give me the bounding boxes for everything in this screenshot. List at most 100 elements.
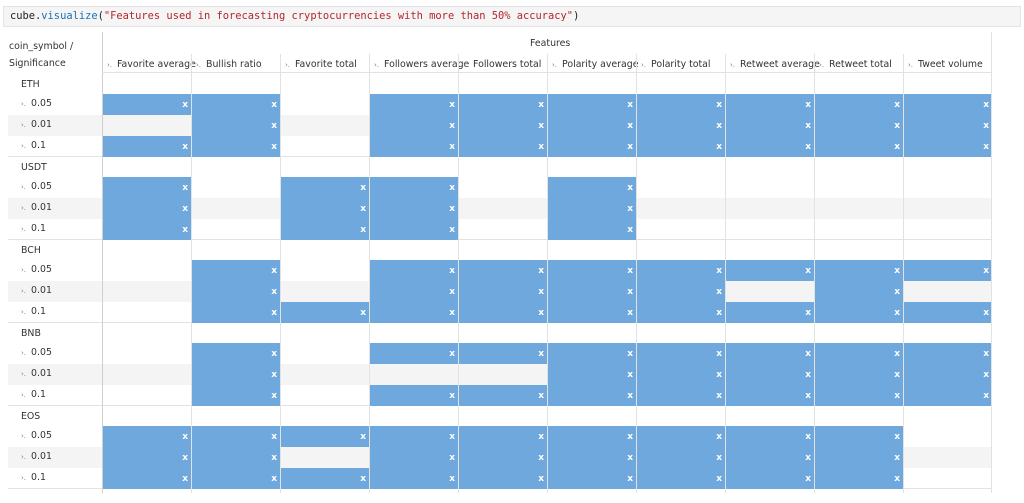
column-header-retweet-total[interactable]: ›. Retweet total [819,59,892,70]
feature-cell[interactable]: x [726,94,814,115]
feature-cell[interactable]: x [904,136,992,157]
expand-chevron-icon[interactable]: ›. [21,121,26,129]
feature-cell[interactable]: x [192,260,280,281]
feature-cell[interactable]: x [815,260,903,281]
feature-cell[interactable]: x [459,468,547,489]
feature-cell[interactable]: x [192,343,280,364]
feature-cell[interactable]: x [815,468,903,489]
feature-cell[interactable]: x [281,198,369,219]
expand-chevron-icon[interactable]: ›. [196,61,201,69]
feature-cell[interactable]: x [726,302,814,323]
feature-cell[interactable]: x [459,115,547,136]
feature-cell[interactable]: x [548,447,636,468]
feature-cell[interactable]: x [726,447,814,468]
feature-cell[interactable]: x [103,136,191,157]
feature-cell[interactable]: x [637,94,725,115]
feature-cell[interactable]: x [103,94,191,115]
feature-cell[interactable]: x [904,364,992,385]
feature-cell[interactable]: x [370,343,458,364]
feature-cell[interactable]: x [637,364,725,385]
feature-cell[interactable]: x [548,468,636,489]
feature-cell[interactable]: x [637,260,725,281]
feature-cell[interactable]: x [815,385,903,406]
feature-cell[interactable]: x [726,136,814,157]
feature-cell[interactable]: x [815,343,903,364]
feature-cell[interactable]: x [281,219,369,240]
expand-chevron-icon[interactable]: ›. [21,266,26,274]
feature-cell[interactable]: x [548,115,636,136]
feature-cell[interactable]: x [103,219,191,240]
expand-chevron-icon[interactable]: ›. [463,61,468,69]
feature-cell[interactable]: x [459,343,547,364]
feature-cell[interactable]: x [726,115,814,136]
feature-cell[interactable]: x [281,302,369,323]
feature-cell[interactable]: x [281,426,369,447]
feature-cell[interactable]: x [548,260,636,281]
feature-cell[interactable]: x [815,302,903,323]
expand-chevron-icon[interactable]: ›. [21,100,26,108]
feature-cell[interactable]: x [904,260,992,281]
feature-cell[interactable]: x [459,281,547,302]
significance-row-label[interactable]: ›. 0.1 [21,140,46,152]
feature-cell[interactable]: x [192,94,280,115]
expand-chevron-icon[interactable]: ›. [21,370,26,378]
feature-cell[interactable]: x [370,302,458,323]
feature-cell[interactable]: x [548,385,636,406]
column-header-polarity-total[interactable]: ›. Polarity total [641,59,711,70]
expand-chevron-icon[interactable]: ›. [21,287,26,295]
feature-cell[interactable]: x [726,343,814,364]
significance-row-label[interactable]: ›. 0.01 [21,119,52,131]
feature-cell[interactable]: x [637,447,725,468]
expand-chevron-icon[interactable]: ›. [730,61,735,69]
column-header-followers-average[interactable]: ›. Followers average [374,59,469,70]
feature-cell[interactable]: x [637,343,725,364]
feature-cell[interactable]: x [370,447,458,468]
feature-cell[interactable]: x [103,198,191,219]
column-header-followers-total[interactable]: ›. Followers total [463,59,541,70]
feature-cell[interactable]: x [192,281,280,302]
expand-chevron-icon[interactable]: ›. [21,391,26,399]
feature-cell[interactable]: x [548,364,636,385]
expand-chevron-icon[interactable]: ›. [21,453,26,461]
significance-row-label[interactable]: ›. 0.05 [21,264,52,276]
column-header-tweet-volume[interactable]: ›. Tweet volume [908,59,983,70]
feature-cell[interactable]: x [637,468,725,489]
feature-cell[interactable]: x [192,364,280,385]
feature-cell[interactable]: x [548,198,636,219]
expand-chevron-icon[interactable]: ›. [21,432,26,440]
feature-cell[interactable]: x [370,177,458,198]
expand-chevron-icon[interactable]: ›. [641,61,646,69]
expand-chevron-icon[interactable]: ›. [21,225,26,233]
feature-cell[interactable]: x [370,426,458,447]
column-header-favorite-average[interactable]: ›. Favorite average [107,59,196,70]
column-header-retweet-average[interactable]: ›. Retweet average [730,59,820,70]
code-cell[interactable]: cube.visualize("Features used in forecas… [3,6,1021,27]
feature-cell[interactable]: x [192,385,280,406]
feature-cell[interactable]: x [548,136,636,157]
feature-cell[interactable]: x [815,136,903,157]
significance-row-label[interactable]: ›. 0.1 [21,472,46,484]
feature-cell[interactable]: x [459,302,547,323]
significance-row-label[interactable]: ›. 0.01 [21,451,52,463]
feature-cell[interactable]: x [459,447,547,468]
feature-cell[interactable]: x [370,468,458,489]
feature-cell[interactable]: x [726,385,814,406]
significance-row-label[interactable]: ›. 0.05 [21,181,52,193]
feature-cell[interactable]: x [370,219,458,240]
feature-cell[interactable]: x [103,426,191,447]
feature-cell[interactable]: x [192,468,280,489]
expand-chevron-icon[interactable]: ›. [107,61,112,69]
feature-cell[interactable]: x [815,426,903,447]
feature-cell[interactable]: x [548,302,636,323]
feature-cell[interactable]: x [815,115,903,136]
feature-cell[interactable]: x [281,177,369,198]
feature-cell[interactable]: x [548,94,636,115]
feature-cell[interactable]: x [370,94,458,115]
expand-chevron-icon[interactable]: ›. [21,183,26,191]
column-header-polarity-average[interactable]: ›. Polarity average [552,59,638,70]
feature-cell[interactable]: x [726,364,814,385]
column-header-bullish-ratio[interactable]: ›. Bullish ratio [196,59,262,70]
feature-cell[interactable]: x [548,343,636,364]
feature-cell[interactable]: x [192,426,280,447]
feature-cell[interactable]: x [637,426,725,447]
